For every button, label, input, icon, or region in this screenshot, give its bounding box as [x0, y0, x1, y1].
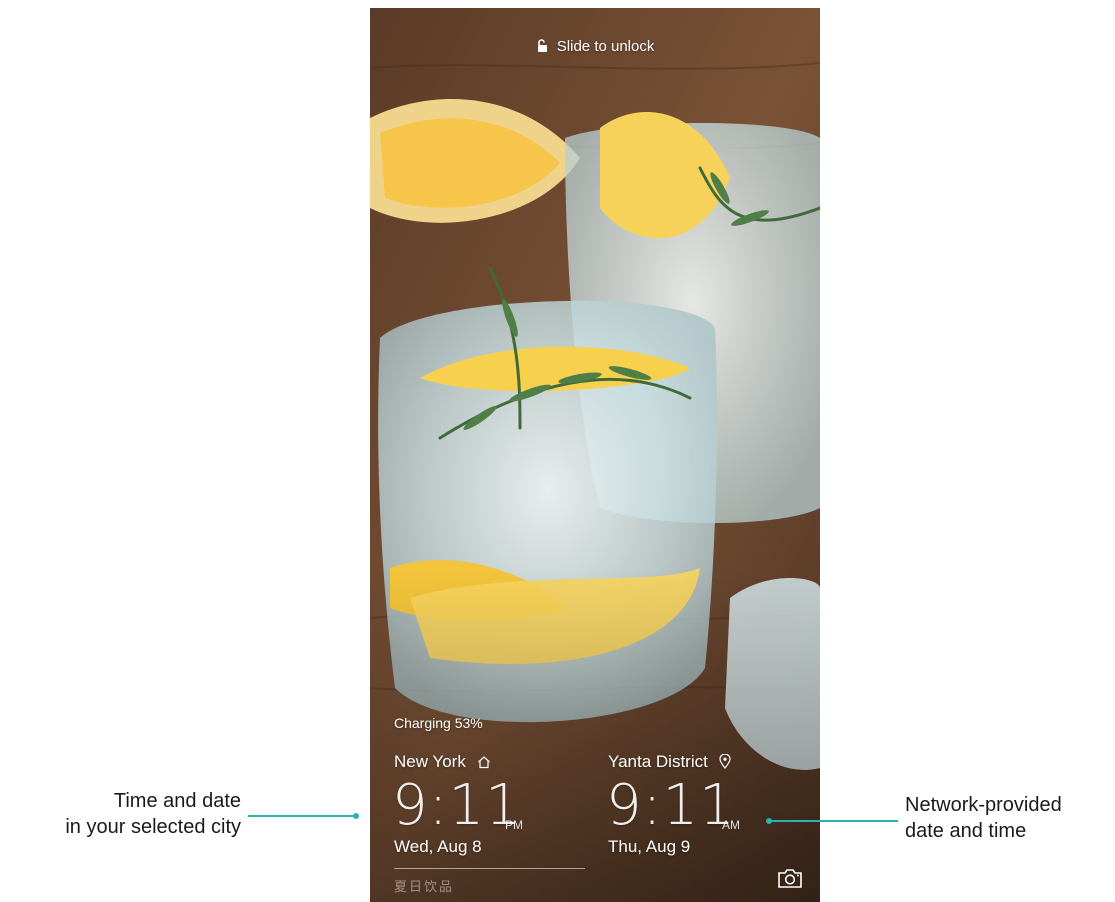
camera-button[interactable]	[776, 866, 804, 890]
callout-left-line2: in your selected city	[65, 816, 241, 838]
charging-status: Charging 53%	[394, 715, 483, 731]
home-city-ampm: PM	[505, 818, 523, 832]
camera-icon	[778, 869, 802, 888]
home-icon	[477, 756, 490, 769]
unlock-hint-text: Slide to unlock	[556, 38, 655, 55]
local-city-name: Yanta District	[608, 752, 708, 771]
callout-right-line1: Network-provided	[905, 794, 1062, 816]
unlock-icon	[537, 39, 547, 52]
home-city-name: New York	[394, 752, 466, 771]
callout-right-line2: date and time	[905, 820, 1027, 842]
home-city-time: 9:11	[392, 773, 522, 838]
callout-left-line1: Time and date	[113, 790, 241, 812]
local-city-date: Thu, Aug 9	[608, 837, 691, 856]
local-city-ampm: AM	[722, 818, 740, 832]
divider	[394, 868, 585, 869]
location-pin-icon	[718, 753, 731, 769]
slide-to-unlock-hint[interactable]: Slide to unlock	[370, 38, 820, 55]
callout-network-time: Network-provided date and time	[905, 792, 1062, 844]
local-city-label: Yanta District	[608, 752, 731, 772]
magazine-title: 夏日饮品	[394, 879, 455, 894]
callout-right-leader	[770, 820, 898, 822]
local-city-time: 9:11	[606, 773, 736, 838]
callout-left-leader	[248, 815, 356, 817]
callout-selected-city: Time and date in your selected city	[65, 788, 241, 840]
lock-screen: Slide to unlock Charging 53% New York 9:…	[370, 8, 820, 902]
page: Slide to unlock Charging 53% New York 9:…	[0, 0, 1115, 902]
callout-left-dot	[353, 813, 359, 819]
home-city-label: New York	[394, 752, 491, 772]
home-city-date: Wed, Aug 8	[394, 837, 482, 856]
